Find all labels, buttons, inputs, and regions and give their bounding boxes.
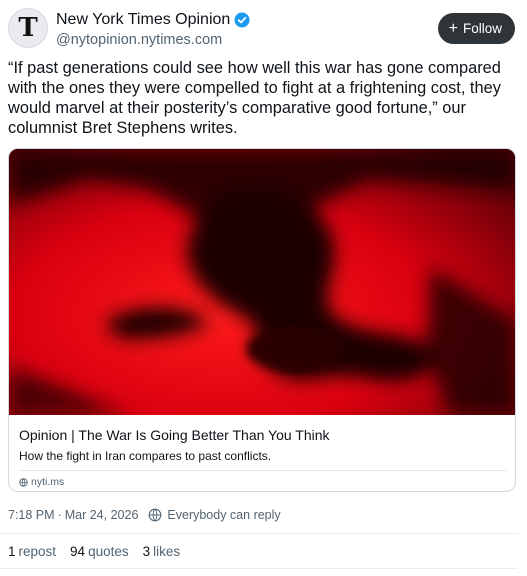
post-time[interactable]: 7:18 PM xyxy=(8,508,55,522)
author-handle[interactable]: @nytopinion.nytimes.com xyxy=(56,32,250,48)
link-card-meta: Opinion | The War Is Going Better Than Y… xyxy=(9,415,515,491)
repost-label: repost xyxy=(18,544,57,559)
avatar[interactable]: T xyxy=(8,8,48,48)
reply-setting[interactable]: Everybody can reply xyxy=(167,508,280,522)
link-card-description: How the fight in Iran compares to past c… xyxy=(19,449,272,463)
plus-icon: + xyxy=(448,19,458,37)
meta-separator: · xyxy=(57,508,62,522)
follow-label: Follow xyxy=(462,21,502,36)
follow-button[interactable]: + Follow xyxy=(437,13,515,44)
divider-bottom xyxy=(0,568,518,569)
globe-icon xyxy=(149,508,162,522)
link-card-domain-text: nyti.ms xyxy=(31,476,65,488)
post-meta: 7:18 PM · Mar 24, 2026 Everybody can rep… xyxy=(8,508,281,522)
author-info: New York Times Opinion @nytopinion.nytim… xyxy=(56,10,250,48)
link-card-title[interactable]: Opinion | The War Is Going Better Than Y… xyxy=(19,427,330,443)
link-icon xyxy=(19,477,28,487)
link-card[interactable]: Opinion | The War Is Going Better Than Y… xyxy=(8,148,516,492)
avatar-logo: T xyxy=(18,13,38,43)
repost-count: 1 xyxy=(8,544,16,559)
divider-top xyxy=(0,533,518,534)
repost-stat[interactable]: 1 repost xyxy=(8,544,56,559)
author-display-name[interactable]: New York Times Opinion xyxy=(56,11,230,29)
like-stat[interactable]: 3 likes xyxy=(143,544,181,559)
post-header: T New York Times Opinion @nytopinion.nyt… xyxy=(8,8,515,52)
like-count: 3 xyxy=(142,544,151,559)
quote-label: quotes xyxy=(88,544,129,559)
post-text: “If past generations could see how well … xyxy=(8,59,501,137)
like-label: likes xyxy=(153,544,181,559)
quote-stat[interactable]: 94 quotes xyxy=(70,544,129,559)
quote-count: 94 xyxy=(70,544,86,559)
link-card-divider xyxy=(19,470,507,471)
post-date[interactable]: Mar 24, 2026 xyxy=(65,508,139,522)
link-card-domain[interactable]: nyti.ms xyxy=(19,476,64,488)
verified-badge-icon xyxy=(234,12,250,28)
post-stats: 1 repost 94 quotes 3 likes xyxy=(8,544,180,559)
link-card-image[interactable] xyxy=(9,149,515,415)
